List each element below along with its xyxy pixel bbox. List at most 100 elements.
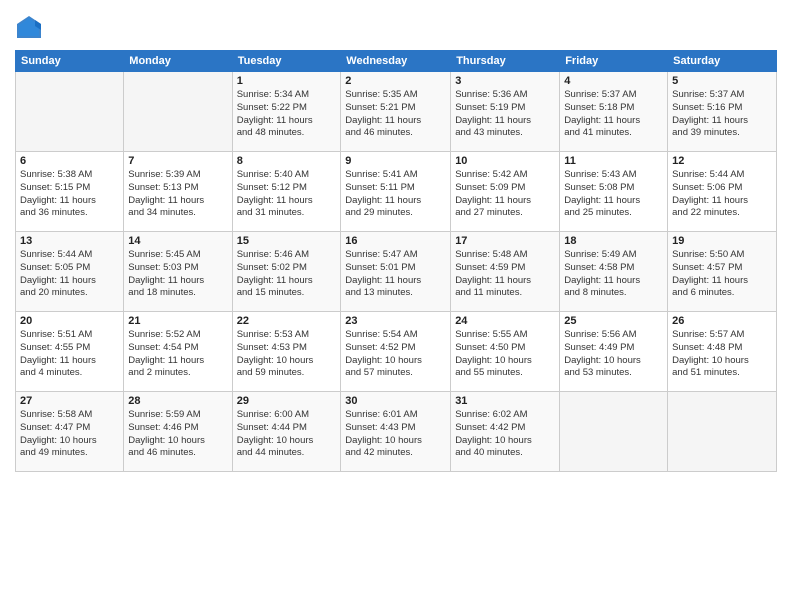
calendar-cell: 31 Sunrise: 6:02 AM Sunset: 4:42 PM Dayli…: [451, 392, 560, 472]
day-number: 10: [455, 155, 555, 167]
calendar-cell: 6 Sunrise: 5:38 AM Sunset: 5:15 PM Daylig…: [16, 152, 124, 232]
calendar-cell: 26 Sunrise: 5:57 AM Sunset: 4:48 PM Dayli…: [668, 312, 777, 392]
calendar-cell: [124, 72, 232, 152]
col-header-sunday: Sunday: [16, 51, 124, 72]
day-number: 17: [455, 235, 555, 247]
calendar-cell: 9Sunrise: 5:41 AM Sunset: 5:11 PM Daylig…: [341, 152, 451, 232]
calendar-cell: 15 Sunrise: 5:46 AM Sunset: 5:02 PM Dayli…: [232, 232, 341, 312]
header: [15, 10, 777, 42]
calendar-cell: 11Sunrise: 5:43 AM Sunset: 5:08 PM Dayli…: [560, 152, 668, 232]
calendar-cell: [560, 392, 668, 472]
col-header-thursday: Thursday: [451, 51, 560, 72]
day-number: 19: [672, 235, 772, 247]
day-info: Sunrise: 5:59 AM Sunset: 4:46 PM Dayligh…: [128, 409, 227, 460]
day-info: Sunrise: 6:01 AM Sunset: 4:43 PM Dayligh…: [345, 409, 446, 460]
day-number: 7: [128, 155, 227, 167]
calendar-cell: 28 Sunrise: 5:59 AM Sunset: 4:46 PM Dayli…: [124, 392, 232, 472]
calendar-cell: 14 Sunrise: 5:45 AM Sunset: 5:03 PM Dayli…: [124, 232, 232, 312]
calendar-cell: 4 Sunrise: 5:37 AM Sunset: 5:18 PM Daylig…: [560, 72, 668, 152]
day-number: 4: [564, 75, 663, 87]
day-info: Sunrise: 5:51 AM Sunset: 4:55 PM Dayligh…: [20, 329, 119, 380]
calendar-cell: 17 Sunrise: 5:48 AM Sunset: 4:59 PM Dayli…: [451, 232, 560, 312]
day-info: Sunrise: 5:40 AM Sunset: 5:12 PM Dayligh…: [237, 169, 337, 220]
day-info: Sunrise: 5:57 AM Sunset: 4:48 PM Dayligh…: [672, 329, 772, 380]
day-info: Sunrise: 5:37 AM Sunset: 5:18 PM Dayligh…: [564, 89, 663, 140]
calendar-cell: 12Sunrise: 5:44 AM Sunset: 5:06 PM Dayli…: [668, 152, 777, 232]
day-number: 29: [237, 395, 337, 407]
calendar-cell: 20 Sunrise: 5:51 AM Sunset: 4:55 PM Dayli…: [16, 312, 124, 392]
calendar-table: SundayMondayTuesdayWednesdayThursdayFrid…: [15, 50, 777, 472]
calendar-cell: [668, 392, 777, 472]
calendar-page: SundayMondayTuesdayWednesdayThursdayFrid…: [0, 0, 792, 612]
calendar-cell: [16, 72, 124, 152]
col-header-wednesday: Wednesday: [341, 51, 451, 72]
day-number: 16: [345, 235, 446, 247]
day-number: 18: [564, 235, 663, 247]
day-info: Sunrise: 5:47 AM Sunset: 5:01 PM Dayligh…: [345, 249, 446, 300]
calendar-cell: 1 Sunrise: 5:34 AM Sunset: 5:22 PM Daylig…: [232, 72, 341, 152]
day-info: Sunrise: 5:44 AM Sunset: 5:05 PM Dayligh…: [20, 249, 119, 300]
day-number: 22: [237, 315, 337, 327]
calendar-thead: SundayMondayTuesdayWednesdayThursdayFrid…: [16, 51, 777, 72]
day-number: 5: [672, 75, 772, 87]
day-number: 14: [128, 235, 227, 247]
day-number: 31: [455, 395, 555, 407]
day-number: 24: [455, 315, 555, 327]
calendar-row-0: 1 Sunrise: 5:34 AM Sunset: 5:22 PM Daylig…: [16, 72, 777, 152]
day-number: 6: [20, 155, 119, 167]
day-info: Sunrise: 5:38 AM Sunset: 5:15 PM Dayligh…: [20, 169, 119, 220]
day-info: Sunrise: 5:34 AM Sunset: 5:22 PM Dayligh…: [237, 89, 337, 140]
day-number: 1: [237, 75, 337, 87]
calendar-cell: 19 Sunrise: 5:50 AM Sunset: 4:57 PM Dayli…: [668, 232, 777, 312]
day-number: 30: [345, 395, 446, 407]
day-number: 28: [128, 395, 227, 407]
day-number: 25: [564, 315, 663, 327]
calendar-cell: 21 Sunrise: 5:52 AM Sunset: 4:54 PM Dayli…: [124, 312, 232, 392]
day-info: Sunrise: 5:45 AM Sunset: 5:03 PM Dayligh…: [128, 249, 227, 300]
calendar-cell: 24 Sunrise: 5:55 AM Sunset: 4:50 PM Dayli…: [451, 312, 560, 392]
day-number: 12: [672, 155, 772, 167]
day-info: Sunrise: 5:42 AM Sunset: 5:09 PM Dayligh…: [455, 169, 555, 220]
day-info: Sunrise: 5:50 AM Sunset: 4:57 PM Dayligh…: [672, 249, 772, 300]
day-info: Sunrise: 6:00 AM Sunset: 4:44 PM Dayligh…: [237, 409, 337, 460]
day-number: 23: [345, 315, 446, 327]
calendar-cell: 29 Sunrise: 6:00 AM Sunset: 4:44 PM Dayli…: [232, 392, 341, 472]
calendar-cell: 13 Sunrise: 5:44 AM Sunset: 5:05 PM Dayli…: [16, 232, 124, 312]
calendar-cell: 30 Sunrise: 6:01 AM Sunset: 4:43 PM Dayli…: [341, 392, 451, 472]
day-info: Sunrise: 5:55 AM Sunset: 4:50 PM Dayligh…: [455, 329, 555, 380]
day-number: 20: [20, 315, 119, 327]
col-header-friday: Friday: [560, 51, 668, 72]
calendar-cell: 25Sunrise: 5:56 AM Sunset: 4:49 PM Dayli…: [560, 312, 668, 392]
day-number: 21: [128, 315, 227, 327]
logo: [15, 14, 47, 42]
day-info: Sunrise: 5:35 AM Sunset: 5:21 PM Dayligh…: [345, 89, 446, 140]
calendar-row-1: 6 Sunrise: 5:38 AM Sunset: 5:15 PM Daylig…: [16, 152, 777, 232]
day-info: Sunrise: 5:48 AM Sunset: 4:59 PM Dayligh…: [455, 249, 555, 300]
day-info: Sunrise: 6:02 AM Sunset: 4:42 PM Dayligh…: [455, 409, 555, 460]
calendar-cell: 2Sunrise: 5:35 AM Sunset: 5:21 PM Daylig…: [341, 72, 451, 152]
day-number: 15: [237, 235, 337, 247]
day-info: Sunrise: 5:36 AM Sunset: 5:19 PM Dayligh…: [455, 89, 555, 140]
day-info: Sunrise: 5:53 AM Sunset: 4:53 PM Dayligh…: [237, 329, 337, 380]
calendar-cell: 27Sunrise: 5:58 AM Sunset: 4:47 PM Dayli…: [16, 392, 124, 472]
logo-icon: [15, 14, 43, 42]
day-number: 8: [237, 155, 337, 167]
calendar-tbody: 1 Sunrise: 5:34 AM Sunset: 5:22 PM Daylig…: [16, 72, 777, 472]
day-number: 26: [672, 315, 772, 327]
day-info: Sunrise: 5:46 AM Sunset: 5:02 PM Dayligh…: [237, 249, 337, 300]
day-info: Sunrise: 5:54 AM Sunset: 4:52 PM Dayligh…: [345, 329, 446, 380]
calendar-cell: 7Sunrise: 5:39 AM Sunset: 5:13 PM Daylig…: [124, 152, 232, 232]
calendar-row-3: 20 Sunrise: 5:51 AM Sunset: 4:55 PM Dayli…: [16, 312, 777, 392]
col-header-monday: Monday: [124, 51, 232, 72]
day-info: Sunrise: 5:58 AM Sunset: 4:47 PM Dayligh…: [20, 409, 119, 460]
calendar-cell: 23 Sunrise: 5:54 AM Sunset: 4:52 PM Dayli…: [341, 312, 451, 392]
day-number: 13: [20, 235, 119, 247]
calendar-cell: 16 Sunrise: 5:47 AM Sunset: 5:01 PM Dayli…: [341, 232, 451, 312]
col-header-saturday: Saturday: [668, 51, 777, 72]
calendar-cell: 3Sunrise: 5:36 AM Sunset: 5:19 PM Daylig…: [451, 72, 560, 152]
calendar-cell: 5Sunrise: 5:37 AM Sunset: 5:16 PM Daylig…: [668, 72, 777, 152]
calendar-row-4: 27Sunrise: 5:58 AM Sunset: 4:47 PM Dayli…: [16, 392, 777, 472]
calendar-row-2: 13 Sunrise: 5:44 AM Sunset: 5:05 PM Dayli…: [16, 232, 777, 312]
day-info: Sunrise: 5:41 AM Sunset: 5:11 PM Dayligh…: [345, 169, 446, 220]
day-info: Sunrise: 5:52 AM Sunset: 4:54 PM Dayligh…: [128, 329, 227, 380]
